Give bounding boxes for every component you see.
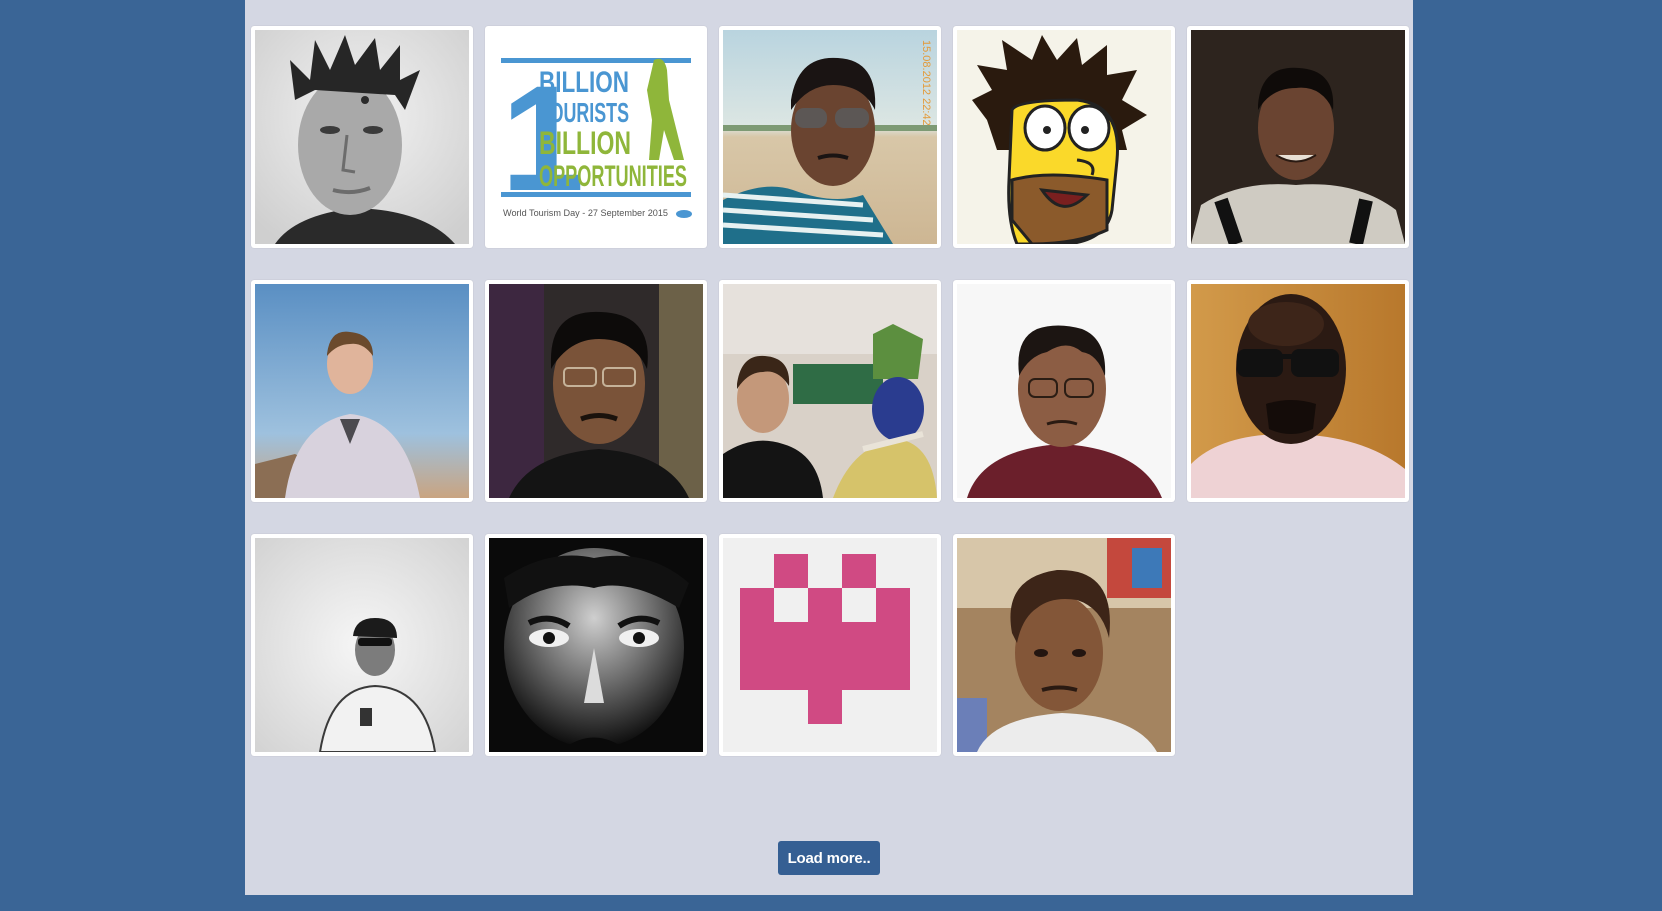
avatar-image: 15.08.2012 22:42 — [723, 30, 937, 244]
avatar-image — [489, 284, 703, 498]
avatar-tile[interactable] — [953, 26, 1175, 248]
avatar-tile[interactable] — [1187, 26, 1409, 248]
avatar-tile[interactable] — [1187, 280, 1409, 502]
avatar-image — [723, 538, 937, 752]
avatar-image — [723, 284, 937, 498]
avatar-image — [489, 538, 703, 752]
avatar-tile[interactable] — [953, 534, 1175, 756]
photo-timestamp: 15.08.2012 22:42 — [920, 40, 932, 126]
avatar-tile[interactable] — [251, 280, 473, 502]
avatar-tile[interactable] — [719, 534, 941, 756]
avatar-tile[interactable]: 1 BILLION TOURISTS BILLION OPPORTUNITIES… — [485, 26, 707, 248]
load-more-button[interactable]: Load more.. — [778, 841, 880, 875]
avatar-tile[interactable] — [719, 280, 941, 502]
avatar-image — [957, 284, 1171, 498]
logo-text-billion: BILLION — [539, 66, 629, 99]
avatar-grid: 1 BILLION TOURISTS BILLION OPPORTUNITIES… — [251, 26, 1409, 756]
logo-text-tourists: TOURISTS — [539, 97, 629, 128]
avatar-image: 1 BILLION TOURISTS BILLION OPPORTUNITIES… — [489, 30, 703, 244]
avatar-tile[interactable] — [251, 26, 473, 248]
avatar-image — [255, 538, 469, 752]
avatar-image — [957, 30, 1171, 244]
logo-text-billion-2: BILLION — [539, 125, 631, 161]
avatar-image — [255, 30, 469, 244]
avatar-tile[interactable]: 15.08.2012 22:42 — [719, 26, 941, 248]
avatar-tile[interactable] — [485, 534, 707, 756]
avatar-tile[interactable] — [485, 280, 707, 502]
logo-text-opportunities: OPPORTUNITIES — [539, 160, 687, 193]
content-panel: 1 BILLION TOURISTS BILLION OPPORTUNITIES… — [245, 0, 1413, 895]
avatar-tile[interactable] — [953, 280, 1175, 502]
avatar-image — [1191, 284, 1405, 498]
avatar-image — [255, 284, 469, 498]
avatar-image — [957, 538, 1171, 752]
avatar-image — [1191, 30, 1405, 244]
avatar-tile[interactable] — [251, 534, 473, 756]
logo-caption: World Tourism Day - 27 September 2015 — [503, 208, 668, 218]
